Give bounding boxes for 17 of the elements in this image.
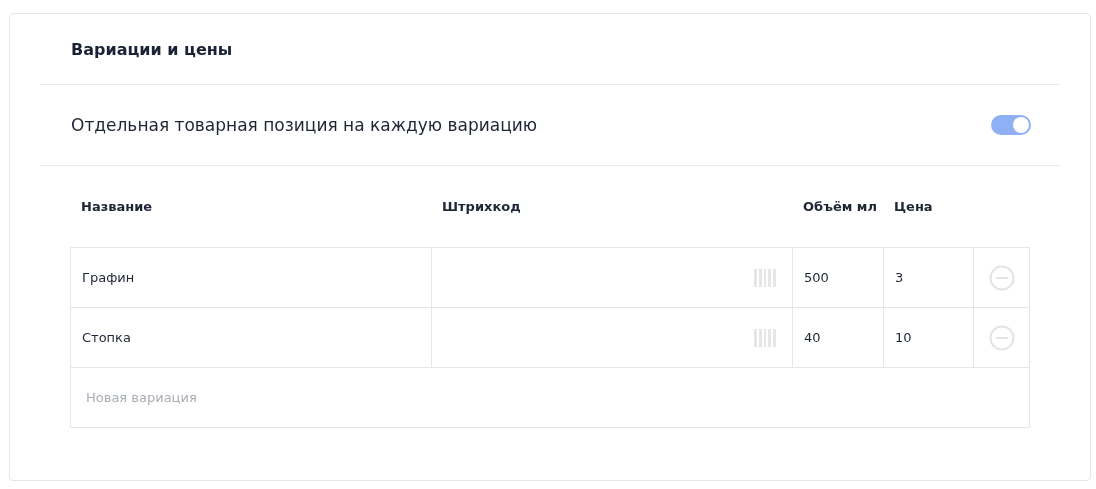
- column-header: Название: [80, 199, 154, 214]
- name-value: Стопка: [82, 330, 131, 345]
- column-header: Штрихкод: [441, 199, 522, 214]
- volume-value: 500: [804, 270, 829, 285]
- toggle-label: Отдельная товарная позиция на каждую вариацию: [71, 115, 538, 135]
- barcode-icon: [754, 268, 777, 287]
- barcode-icon: [754, 328, 777, 347]
- column-header: Цена: [893, 199, 934, 214]
- toggle-switch[interactable]: [991, 115, 1031, 135]
- volume-value: 40: [804, 330, 821, 345]
- remove-icon[interactable]: [989, 264, 1015, 291]
- column-header: Объём мл: [802, 199, 878, 214]
- price-value: 10: [895, 330, 912, 345]
- name-value: Графин: [82, 270, 135, 285]
- section-title: Вариации и цены: [71, 39, 233, 59]
- remove-icon[interactable]: [989, 324, 1015, 351]
- price-value: 3: [895, 270, 904, 285]
